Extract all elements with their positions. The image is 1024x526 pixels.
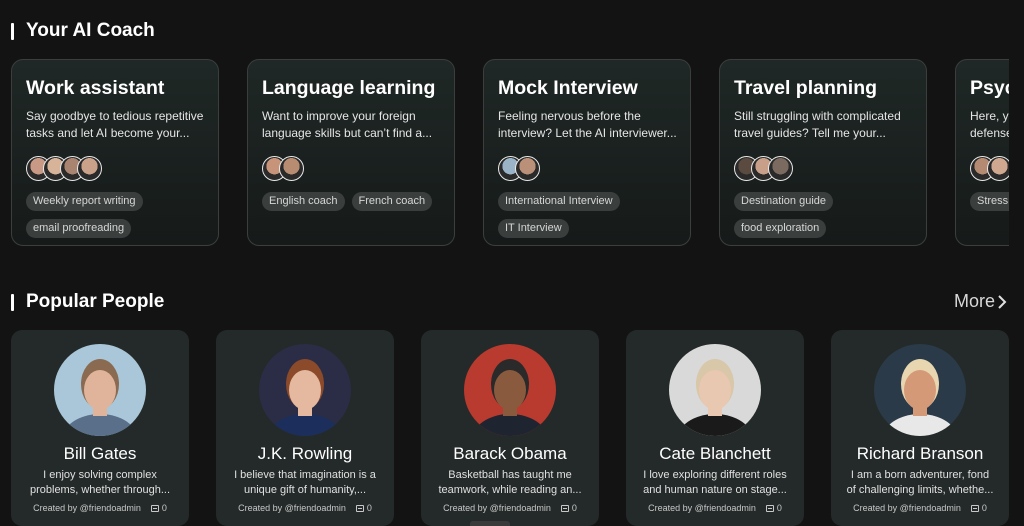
avatar — [77, 156, 102, 181]
coach-tag-list: Destination guide food exploration — [734, 192, 913, 238]
coach-tag-list: International Interview IT Interview — [498, 192, 677, 238]
person-meta: Created by @friendoadmin 0 — [831, 503, 1009, 513]
coach-card-name: Travel planning — [734, 77, 878, 99]
coach-card[interactable]: Language learning Want to improve your fo… — [247, 59, 455, 246]
comment-count-value: 0 — [981, 503, 987, 513]
coach-card-description: Here, you can let down your defenses... — [970, 109, 1009, 140]
popular-people-list: Bill Gates I enjoy solving complex proble… — [11, 330, 1024, 526]
coach-tag[interactable]: email proofreading — [26, 219, 132, 238]
coach-tag[interactable]: French coach — [351, 192, 433, 211]
coach-avatar-group — [970, 156, 1009, 182]
person-photo — [669, 344, 761, 436]
coach-card-description: Feeling nervous before the interview? Le… — [498, 109, 677, 140]
person-card[interactable]: Barack Obama Basketball has taught me tea… — [421, 330, 599, 526]
person-card[interactable]: Richard Branson I am a born adventurer, f… — [831, 330, 1009, 526]
comment-count-value: 0 — [366, 503, 372, 513]
comment-count: 0 — [970, 503, 987, 513]
coach-section-title: Your AI Coach — [11, 20, 155, 42]
coach-tag[interactable]: Stress management — [970, 192, 1009, 211]
popular-section-title: Popular People — [11, 291, 164, 313]
coach-tag-list: Stress management — [970, 192, 1009, 211]
coach-tag[interactable]: Destination guide — [734, 192, 834, 211]
coach-card[interactable]: Work assistant Say goodbye to tedious rep… — [11, 59, 219, 246]
message-icon — [560, 504, 569, 512]
coach-card-list: Work assistant Say goodbye to tedious rep… — [11, 59, 1009, 246]
coach-section-title-text: Your AI Coach — [26, 20, 155, 41]
person-name: Bill Gates — [63, 444, 137, 463]
coach-card-description: Still struggling with complicated travel… — [734, 109, 901, 140]
created-by-label: Created by @friendoadmin — [853, 503, 961, 513]
coach-tag-list: Weekly report writing email proofreading — [26, 192, 205, 238]
person-meta: Created by @friendoadmin 0 — [421, 503, 599, 513]
comment-count-value: 0 — [161, 503, 167, 513]
coach-card-name: Mock Interview — [498, 77, 638, 99]
person-meta: Created by @friendoadmin 0 — [216, 503, 394, 513]
chevron-right-icon — [998, 294, 1007, 309]
person-meta: Created by @friendoadmin 0 — [626, 503, 804, 513]
message-icon — [970, 504, 979, 512]
more-link[interactable]: More — [954, 291, 1007, 312]
person-card[interactable]: Bill Gates I enjoy solving complex proble… — [11, 330, 189, 526]
more-link-label: More — [953, 291, 995, 311]
person-photo — [464, 344, 556, 436]
person-description: I love exploring different roles and hum… — [643, 469, 787, 496]
person-card[interactable]: J.K. Rowling I believe that imagination i… — [216, 330, 394, 526]
coach-tag[interactable]: Weekly report writing — [26, 192, 143, 211]
created-by-label: Created by @friendoadmin — [443, 503, 551, 513]
message-icon — [355, 504, 364, 512]
person-name: Richard Branson — [856, 444, 984, 463]
coach-card-name: Psychological — [970, 77, 1009, 99]
horizontal-scrollbar[interactable] — [470, 521, 510, 526]
message-icon — [150, 504, 159, 512]
person-description: Basketball has taught me teamwork, while… — [438, 469, 582, 496]
created-by-label: Created by @friendoadmin — [238, 503, 346, 513]
popular-section-title-text: Popular People — [26, 291, 165, 312]
person-card[interactable]: Cate Blanchett I love exploring different… — [626, 330, 804, 526]
coach-avatar-group — [734, 156, 913, 182]
person-description: I enjoy solving complex problems, whethe… — [29, 469, 171, 496]
person-description: I believe that imagination is a unique g… — [234, 469, 376, 496]
avatar — [515, 156, 540, 181]
coach-card-description: Say goodbye to tedious repetitive tasks … — [26, 109, 204, 140]
title-accent-bar — [11, 22, 14, 40]
coach-avatar-group — [498, 156, 677, 182]
avatar — [987, 156, 1009, 181]
coach-card-description: Want to improve your foreign language sk… — [262, 109, 433, 140]
coach-card[interactable]: Mock Interview Feeling nervous before the… — [483, 59, 691, 246]
comment-count-value: 0 — [776, 503, 782, 513]
message-icon — [765, 504, 774, 512]
comment-count: 0 — [150, 503, 167, 513]
created-by-label: Created by @friendoadmin — [33, 503, 141, 513]
person-name: J.K. Rowling — [257, 444, 353, 463]
avatar — [768, 156, 793, 181]
avatar — [279, 156, 304, 181]
coach-tag[interactable]: English coach — [262, 192, 345, 211]
coach-card[interactable]: Travel planning Still struggling with com… — [719, 59, 927, 246]
comment-count: 0 — [765, 503, 782, 513]
person-meta: Created by @friendoadmin 0 — [11, 503, 189, 513]
person-description: I am a born adventurer, fond of challeng… — [846, 469, 994, 496]
coach-card-name: Work assistant — [26, 77, 165, 99]
coach-card[interactable]: Psychological Here, you can let down your… — [955, 59, 1009, 246]
person-name: Barack Obama — [453, 444, 567, 463]
coach-avatar-group — [262, 156, 441, 182]
person-photo — [259, 344, 351, 436]
coach-tag[interactable]: IT Interview — [498, 219, 569, 238]
coach-avatar-group — [26, 156, 205, 182]
created-by-label: Created by @friendoadmin — [648, 503, 756, 513]
comment-count: 0 — [560, 503, 577, 513]
coach-tag-list: English coach French coach — [262, 192, 441, 211]
title-accent-bar — [11, 293, 14, 311]
person-name: Cate Blanchett — [659, 444, 771, 463]
comment-count-value: 0 — [571, 503, 577, 513]
person-photo — [874, 344, 966, 436]
coach-tag[interactable]: food exploration — [734, 219, 827, 238]
coach-tag[interactable]: International Interview — [498, 192, 620, 211]
comment-count: 0 — [355, 503, 372, 513]
person-photo — [54, 344, 146, 436]
coach-card-name: Language learning — [262, 77, 436, 99]
